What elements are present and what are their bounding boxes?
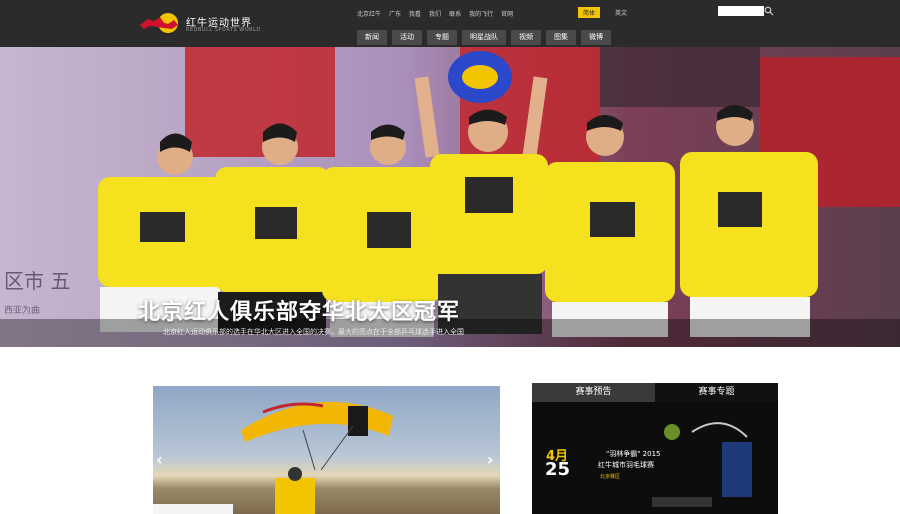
event-day: 25: [545, 459, 571, 480]
image-slider[interactable]: [153, 386, 500, 514]
language-switch: 简体 英文: [578, 7, 632, 18]
toplink[interactable]: 我看: [409, 9, 421, 18]
redbull-logo[interactable]: 红牛运动世界 REDBULL SPORTS WORLD: [138, 9, 288, 39]
search-input[interactable]: [718, 6, 764, 16]
nav-item-star-teams[interactable]: 明星战队: [462, 30, 506, 45]
toplink[interactable]: 我们: [429, 9, 441, 18]
event-subtitle[interactable]: 红牛城市羽毛球赛: [598, 460, 654, 470]
slider-next-icon[interactable]: ›: [487, 452, 494, 468]
tab-event-preview[interactable]: 赛事预告: [532, 383, 655, 402]
hero-background-text: 区市 五: [4, 269, 71, 293]
event-tag: 北京赛区: [600, 474, 621, 480]
hero-subcaption: 北京红人运动俱乐部的选手在华北大区进入全国的决赛，最大的亮点在于全部乒乓球选手进…: [163, 328, 464, 336]
toplink[interactable]: 我的飞行: [469, 9, 493, 18]
lang-english-button[interactable]: 英文: [610, 7, 632, 18]
slider-prev-icon[interactable]: ‹: [156, 452, 163, 468]
hero-caption[interactable]: 北京红人俱乐部夺华北大区冠军: [138, 294, 460, 326]
nav-item-gallery[interactable]: 图集: [546, 30, 576, 45]
nav-item-events[interactable]: 活动: [392, 30, 422, 45]
toplink[interactable]: 官网: [501, 9, 513, 18]
nav-item-news[interactable]: 新闻: [357, 30, 387, 45]
main-nav: 新闻 活动 专题 明星战队 视频 图集 微博: [357, 30, 611, 45]
nav-item-topics[interactable]: 专题: [427, 30, 457, 45]
search-icon[interactable]: [764, 6, 774, 16]
toplink[interactable]: 北京红牛: [357, 9, 381, 18]
hero-banner[interactable]: 区市 五 西亚为曲 北京红人俱乐部夺华北大区冠军 北京红人运动俱乐部的选手在华北…: [0, 47, 900, 347]
tab-event-topics[interactable]: 赛事专题: [655, 383, 778, 402]
redbull-logo-icon: [140, 13, 178, 33]
nav-item-weibo[interactable]: 微博: [581, 30, 611, 45]
top-links: 北京红牛 广东 我看 我们 联系 我的飞行 官网: [357, 9, 513, 18]
event-tabs: 赛事预告 赛事专题: [532, 383, 778, 402]
nav-item-videos[interactable]: 视频: [511, 30, 541, 45]
lang-simplified-button[interactable]: 简体: [578, 7, 601, 18]
hero-background-text: 西亚为曲: [4, 306, 41, 316]
event-title[interactable]: "羽林争霸" 2015: [606, 449, 660, 459]
event-panel: 赛事预告 赛事专题 4月 25 "羽林争霸" 2015 红牛城市羽毛球赛 北京赛…: [532, 383, 778, 514]
toplink[interactable]: 广东: [389, 9, 401, 18]
logo-subtext: REDBULL SPORTS WORLD: [186, 27, 261, 33]
toplink[interactable]: 联系: [449, 9, 461, 18]
parachute-photo: [153, 401, 393, 514]
site-header: 红牛运动世界 REDBULL SPORTS WORLD 北京红牛 广东 我看 我…: [0, 0, 900, 47]
